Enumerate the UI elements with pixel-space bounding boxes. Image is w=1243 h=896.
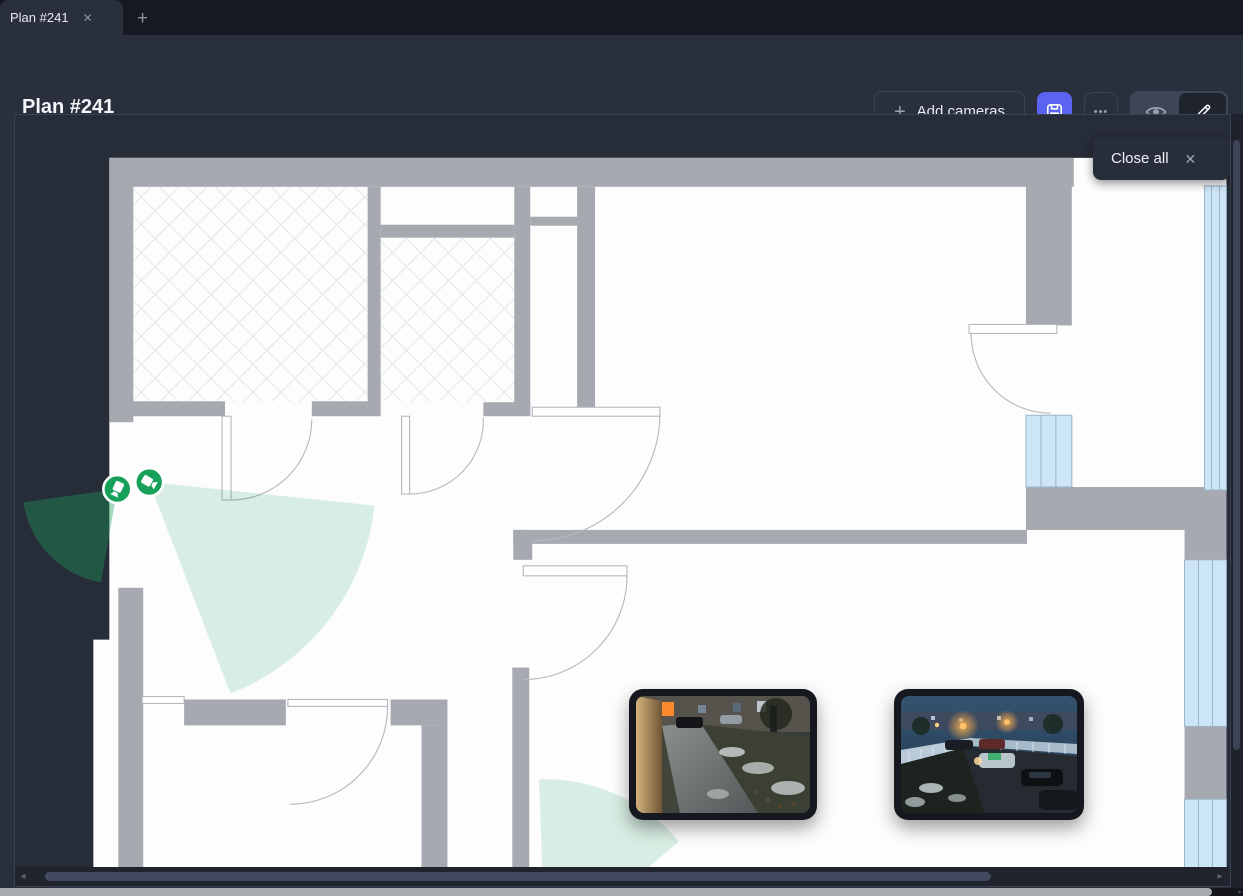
new-tab-button[interactable]: +	[137, 8, 148, 30]
close-all-button[interactable]: Close all ✕	[1093, 137, 1230, 180]
camera-preview-2-video	[901, 696, 1077, 813]
camera-preview-1-video	[636, 696, 810, 813]
camera-preview-2[interactable]	[894, 689, 1084, 820]
camera-2-marker[interactable]	[135, 468, 163, 496]
page-scroll-right-arrow-icon[interactable]: ▸	[1238, 888, 1242, 896]
plan-horizontal-scrollbar[interactable]: ◂ ▸	[15, 867, 1230, 886]
close-icon: ✕	[1185, 152, 1197, 166]
plan-canvas[interactable]: Close all ✕	[14, 114, 1231, 887]
app-window: Plan #241 ✕ + Plan #241 + Add cameras	[0, 0, 1243, 896]
page-vertical-scrollbar-thumb[interactable]	[1233, 140, 1240, 750]
camera-preview-1[interactable]	[629, 689, 817, 820]
header: Plan #241 + Add cameras •••	[0, 35, 1243, 114]
plan-horizontal-scrollbar-thumb[interactable]	[45, 872, 991, 881]
camera-1-marker[interactable]	[103, 475, 131, 503]
tab-bar: Plan #241 ✕ +	[0, 0, 1243, 35]
page-vertical-scrollbar[interactable]	[1231, 114, 1243, 896]
scroll-right-arrow-icon[interactable]: ▸	[1212, 871, 1228, 882]
tab-title: Plan #241	[10, 10, 69, 25]
camera-1-view-cone	[23, 489, 117, 582]
scroll-left-arrow-icon[interactable]: ◂	[15, 871, 31, 882]
tab-plan-241[interactable]: Plan #241 ✕	[0, 0, 123, 35]
page-horizontal-scrollbar[interactable]: ▸	[0, 888, 1243, 896]
tab-close-icon[interactable]: ✕	[83, 12, 93, 24]
close-all-label: Close all	[1111, 150, 1169, 167]
page-horizontal-scrollbar-thumb[interactable]	[0, 888, 1212, 896]
